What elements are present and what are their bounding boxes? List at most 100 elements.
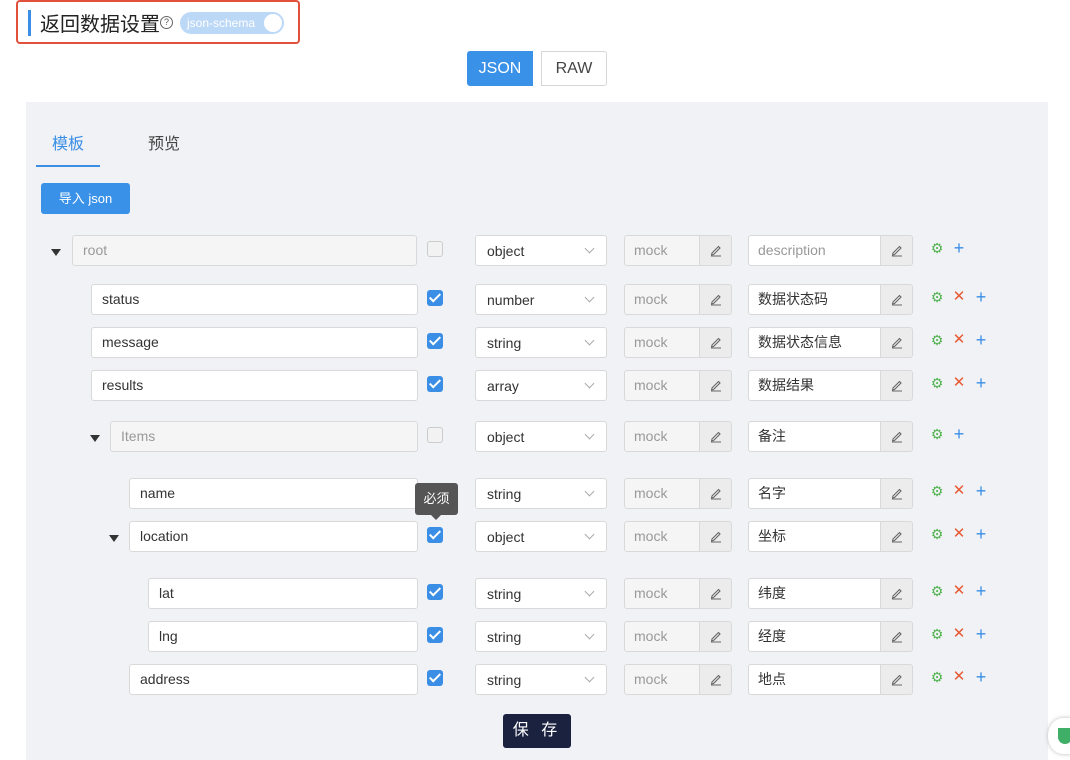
add-field-icon[interactable]: + [973,482,989,500]
description-edit-button[interactable] [880,621,913,652]
settings-gear-icon[interactable]: ⚙ [929,626,945,642]
mock-input[interactable]: mock [624,521,700,552]
mock-input[interactable]: mock [624,664,700,695]
add-child-icon[interactable]: + [951,239,967,257]
mock-edit-button[interactable] [699,621,732,652]
mock-edit-button[interactable] [699,521,732,552]
field-type-select[interactable]: string [475,327,607,358]
field-type-select[interactable]: string [475,478,607,509]
description-input[interactable]: description [748,235,881,266]
description-input[interactable]: 数据状态信息 [748,327,881,358]
save-button[interactable]: 保 存 [503,714,571,748]
description-edit-button[interactable] [880,578,913,609]
field-type-select[interactable]: number [475,284,607,315]
description-edit-button[interactable] [880,235,913,266]
delete-field-icon[interactable]: ✕ [951,332,967,348]
mock-input[interactable]: mock [624,235,700,266]
required-checkbox[interactable] [427,627,443,643]
field-name-input[interactable]: status [91,284,418,315]
settings-gear-icon[interactable]: ⚙ [929,240,945,256]
field-name-input[interactable]: results [91,370,418,401]
import-json-button[interactable]: 导入 json [41,183,130,214]
delete-field-icon[interactable]: ✕ [951,375,967,391]
field-type-select[interactable]: array [475,370,607,401]
required-checkbox[interactable] [427,670,443,686]
mock-input[interactable]: mock [624,621,700,652]
settings-gear-icon[interactable]: ⚙ [929,583,945,599]
settings-gear-icon[interactable]: ⚙ [929,375,945,391]
required-checkbox[interactable] [427,376,443,392]
required-checkbox[interactable] [427,241,443,257]
field-type-select[interactable]: string [475,621,607,652]
mock-edit-button[interactable] [699,327,732,358]
settings-gear-icon[interactable]: ⚙ [929,289,945,305]
mock-edit-button[interactable] [699,421,732,452]
delete-field-icon[interactable]: ✕ [951,669,967,685]
add-field-icon[interactable]: + [973,331,989,349]
field-name-input[interactable]: location [129,521,418,552]
field-name-input[interactable]: name [129,478,418,509]
delete-field-icon[interactable]: ✕ [951,483,967,499]
field-type-select[interactable]: string [475,664,607,695]
field-name-input[interactable]: Items [110,421,418,452]
mock-input[interactable]: mock [624,421,700,452]
field-name-input[interactable]: lng [148,621,418,652]
json-schema-toggle[interactable]: json-schema [180,12,284,34]
raw-mode-button[interactable]: RAW [541,51,607,86]
settings-gear-icon[interactable]: ⚙ [929,426,945,442]
description-edit-button[interactable] [880,327,913,358]
mock-input[interactable]: mock [624,327,700,358]
add-field-icon[interactable]: + [973,668,989,686]
description-input[interactable]: 数据状态码 [748,284,881,315]
settings-gear-icon[interactable]: ⚙ [929,483,945,499]
mock-edit-button[interactable] [699,235,732,266]
mock-edit-button[interactable] [699,578,732,609]
add-field-icon[interactable]: + [973,625,989,643]
description-input[interactable]: 地点 [748,664,881,695]
json-mode-button[interactable]: JSON [467,51,533,86]
delete-field-icon[interactable]: ✕ [951,289,967,305]
delete-field-icon[interactable]: ✕ [951,526,967,542]
field-type-select[interactable]: object [475,521,607,552]
field-name-input[interactable]: address [129,664,418,695]
tab-template[interactable]: 模板 [52,130,84,154]
mock-input[interactable]: mock [624,370,700,401]
field-type-select[interactable]: object [475,235,607,266]
description-input[interactable]: 经度 [748,621,881,652]
mock-input[interactable]: mock [624,478,700,509]
description-input[interactable]: 名字 [748,478,881,509]
description-edit-button[interactable] [880,284,913,315]
description-edit-button[interactable] [880,421,913,452]
mock-edit-button[interactable] [699,478,732,509]
expand-caret-icon[interactable] [90,435,100,442]
add-field-icon[interactable]: + [973,288,989,306]
delete-field-icon[interactable]: ✕ [951,626,967,642]
mock-edit-button[interactable] [699,664,732,695]
field-name-input[interactable]: lat [148,578,418,609]
field-name-input[interactable]: root [72,235,417,266]
description-input[interactable]: 纬度 [748,578,881,609]
field-type-select[interactable]: string [475,578,607,609]
description-edit-button[interactable] [880,370,913,401]
required-checkbox[interactable] [427,527,443,543]
description-edit-button[interactable] [880,521,913,552]
expand-caret-icon[interactable] [109,535,119,542]
mock-edit-button[interactable] [699,284,732,315]
mock-input[interactable]: mock [624,284,700,315]
mock-edit-button[interactable] [699,370,732,401]
add-field-icon[interactable]: + [973,582,989,600]
required-checkbox[interactable] [427,584,443,600]
add-field-icon[interactable]: + [973,525,989,543]
description-input[interactable]: 数据结果 [748,370,881,401]
settings-gear-icon[interactable]: ⚙ [929,332,945,348]
required-checkbox[interactable] [427,333,443,349]
description-edit-button[interactable] [880,664,913,695]
delete-field-icon[interactable]: ✕ [951,583,967,599]
mock-input[interactable]: mock [624,578,700,609]
required-checkbox[interactable] [427,427,443,443]
field-name-input[interactable]: message [91,327,418,358]
tab-preview[interactable]: 预览 [148,130,180,154]
settings-gear-icon[interactable]: ⚙ [929,526,945,542]
security-badge[interactable] [1048,718,1070,754]
expand-caret-icon[interactable] [51,249,61,256]
